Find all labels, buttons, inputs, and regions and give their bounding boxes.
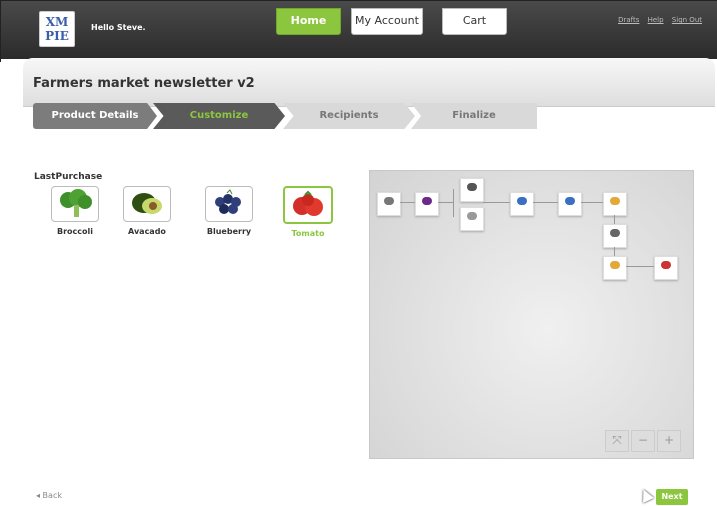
page-title: Farmers market newsletter v2 [33, 76, 255, 91]
drafts-link[interactable]: Drafts [618, 16, 639, 24]
flow-connector [453, 189, 454, 217]
flow-connector [626, 266, 654, 267]
back-button[interactable]: ◂ Back [36, 491, 62, 500]
panel-header: Farmers market newsletter v2 [23, 58, 715, 107]
product-tomato[interactable]: Tomato [278, 186, 338, 238]
help-link[interactable]: Help [648, 16, 664, 24]
section-label: LastPurchase [34, 172, 103, 182]
tab-my-account[interactable]: My Account [351, 8, 423, 35]
avocado-icon [123, 186, 171, 222]
app-window: XM PIE Hello Steve. Home My Account Cart… [0, 0, 717, 506]
flow-node[interactable] [510, 192, 534, 216]
flow-node[interactable] [377, 192, 401, 216]
step-finalize[interactable]: Finalize [411, 103, 537, 129]
product-label: Tomato [291, 229, 325, 238]
email-node-icon [610, 197, 620, 205]
product-broccoli[interactable]: Broccoli [45, 186, 105, 236]
next-button[interactable]: Next [656, 489, 688, 505]
step-recipients[interactable]: Recipients [283, 103, 415, 129]
xmpie-logo[interactable]: XM PIE [39, 11, 75, 47]
flow-connector [614, 247, 615, 256]
zoom-out-icon[interactable]: − [631, 430, 655, 452]
logo-bottom-text: PIE [45, 29, 69, 43]
flow-node[interactable] [603, 256, 627, 280]
flow-node[interactable] [558, 192, 582, 216]
tomato-icon [283, 186, 333, 224]
product-blueberry[interactable]: Blueberry [199, 186, 259, 236]
pdf-node-icon [661, 261, 671, 269]
email-node-icon [610, 261, 620, 269]
zoom-in-icon[interactable]: + [657, 430, 681, 452]
blueberry-icon [205, 186, 253, 222]
data-node-icon [422, 197, 432, 205]
header-links: Drafts Help Sign Out [612, 16, 702, 24]
web-node-icon [517, 197, 527, 205]
product-label: Avacado [128, 227, 166, 236]
start-node-icon [384, 197, 394, 205]
web-node-icon [565, 197, 575, 205]
greeting: Hello Steve. [91, 23, 146, 32]
tab-home[interactable]: Home [276, 8, 341, 35]
broccoli-icon [51, 186, 99, 222]
flow-node[interactable] [603, 224, 627, 248]
top-header: XM PIE Hello Steve. Home My Account Cart… [1, 1, 717, 59]
step-customize[interactable]: Customize [153, 103, 285, 129]
campaign-flow-canvas[interactable]: ⤧ − + [369, 170, 694, 459]
flow-connector [483, 202, 510, 203]
sign-out-link[interactable]: Sign Out [672, 16, 702, 24]
report-node-icon [467, 212, 477, 220]
logo-top-text: XM [45, 15, 69, 29]
step-product-details[interactable]: Product Details [33, 103, 157, 129]
tab-cart[interactable]: Cart [442, 8, 507, 35]
fit-view-icon[interactable]: ⤧ [605, 430, 629, 452]
flow-connector [533, 202, 558, 203]
flow-node[interactable] [460, 207, 484, 231]
flow-connector [400, 202, 415, 203]
flow-node[interactable] [603, 192, 627, 216]
flow-node[interactable] [654, 256, 678, 280]
wait-node-icon [610, 229, 620, 237]
filter-node-icon [467, 183, 477, 191]
flow-connector [614, 215, 615, 224]
product-avocado[interactable]: Avacado [117, 186, 177, 236]
flow-node[interactable] [460, 178, 484, 202]
flow-node[interactable] [415, 192, 439, 216]
flow-connector [438, 202, 453, 203]
flow-connector [581, 202, 603, 203]
product-label: Broccoli [56, 227, 93, 236]
product-label: Blueberry [206, 227, 252, 236]
